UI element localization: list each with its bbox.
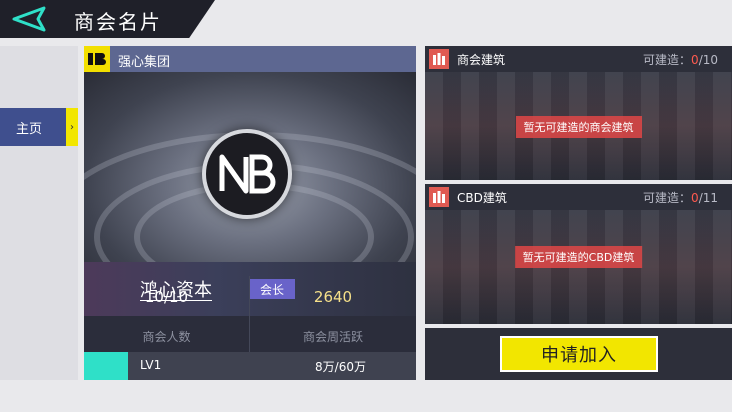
panel-header: 商会建筑 可建造：0/10: [425, 46, 732, 72]
group-name: 强心集团: [118, 55, 171, 70]
apply-join-button[interactable]: 申请加入: [500, 336, 658, 372]
members-value: 10/10: [144, 288, 189, 306]
page-title: 商会名片: [74, 10, 162, 34]
bottom-strip: [0, 380, 732, 412]
top-bar: 商会名片: [0, 0, 732, 40]
count-prefix: 可建造：: [643, 191, 692, 205]
card-header: 强心集团: [84, 46, 416, 72]
empty-notice: 暂无可建造的CBD建筑: [514, 246, 643, 268]
sidebar: 主页 ›: [0, 46, 78, 380]
back-icon[interactable]: [10, 6, 50, 32]
count-current: 0: [691, 53, 699, 67]
count-total: /10: [698, 53, 718, 67]
activity-value: 2640: [313, 288, 353, 306]
sidebar-item-home[interactable]: 主页 ›: [0, 108, 78, 146]
chamber-logo: [202, 129, 292, 219]
level-label: LV1: [140, 358, 162, 372]
activity-label: 商会周活跃: [302, 330, 363, 344]
stat-activity: 2640 商会周活跃: [250, 276, 416, 356]
panel-title: CBD建筑: [457, 191, 507, 205]
count-total: /11: [698, 191, 718, 205]
count-prefix: 可建造：: [643, 53, 692, 67]
card-banner-image: [84, 72, 416, 262]
cbd-buildings-panel: CBD建筑 可建造：0/11 暂无可建造的CBD建筑: [425, 184, 732, 324]
chamber-card: 强心集团 鸿心资本 会长 10/10 商会人数 2640 商会周活跃 LV1 8…: [84, 46, 416, 380]
level-progress-bar: LV1 8万/60万: [84, 352, 416, 380]
empty-notice: 暂无可建造的商会建筑: [515, 116, 642, 138]
sidebar-item-label: 主页: [16, 121, 43, 137]
stats-table: 10/10 商会人数 2640 商会周活跃: [84, 276, 416, 356]
buildable-count: 可建造：0/11: [643, 189, 718, 206]
panel-header: CBD建筑 可建造：0/11: [425, 184, 732, 210]
stat-members: 10/10 商会人数: [84, 276, 250, 356]
level-progress-fill: [84, 352, 129, 380]
panel-title: 商会建筑: [457, 53, 506, 67]
level-value: 8万/60万: [315, 360, 366, 374]
count-current: 0: [691, 191, 699, 205]
chevron-right-icon: ›: [66, 108, 78, 146]
chamber-buildings-panel: 商会建筑 可建造：0/10 暂无可建造的商会建筑: [425, 46, 732, 180]
members-label: 商会人数: [142, 330, 191, 344]
building-icon: [429, 49, 449, 69]
join-area: 申请加入: [425, 328, 732, 380]
group-logo-icon: [84, 46, 110, 72]
building-icon: [429, 187, 449, 207]
buildable-count: 可建造：0/10: [643, 51, 718, 68]
